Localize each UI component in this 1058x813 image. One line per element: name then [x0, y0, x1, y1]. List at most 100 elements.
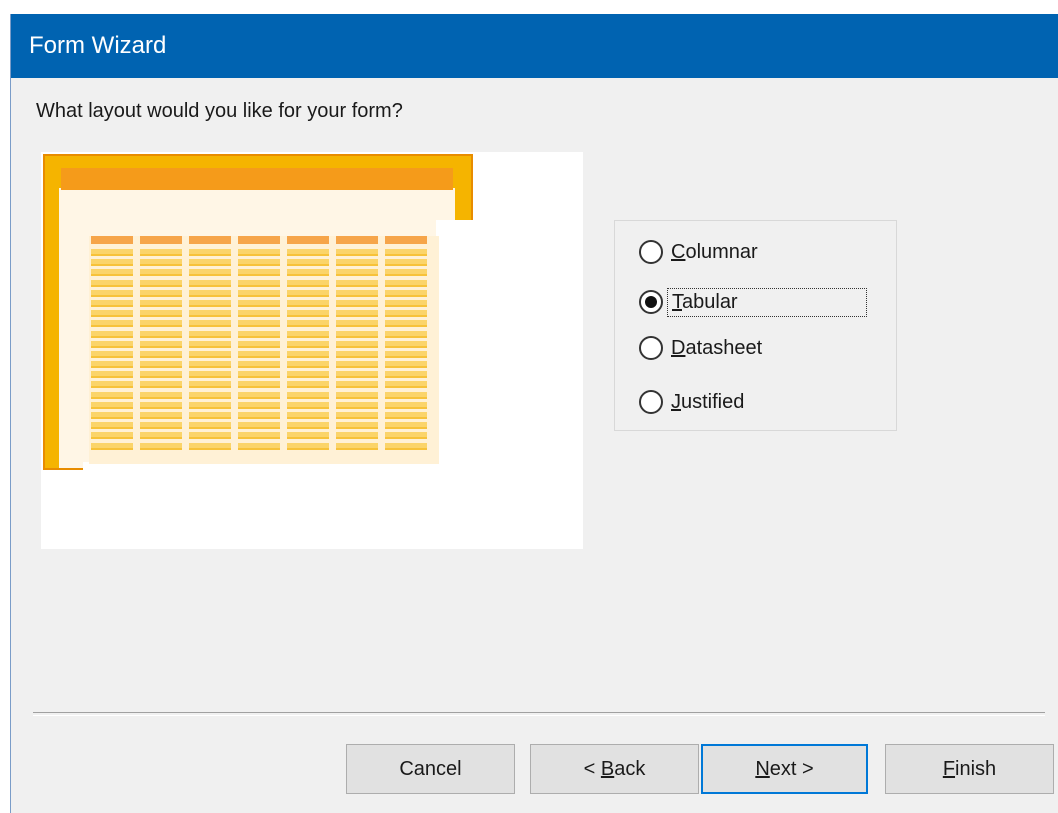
preview-cell — [140, 320, 182, 328]
preview-cell — [189, 330, 231, 338]
label-rest: ustified — [681, 390, 745, 413]
preview-cell — [336, 330, 378, 338]
radio-circle[interactable] — [639, 336, 663, 360]
preview-cell — [287, 279, 329, 287]
preview-cell — [91, 442, 133, 450]
preview-cell — [91, 259, 133, 267]
preview-cell — [189, 340, 231, 348]
preview-cell — [238, 391, 280, 399]
preview-cell — [385, 269, 427, 277]
next-button[interactable]: Next > — [701, 744, 868, 794]
preview-cell — [287, 422, 329, 430]
preview-column-header — [385, 236, 427, 244]
preview-cell — [336, 350, 378, 358]
access-key: T — [672, 290, 682, 313]
access-key: D — [671, 336, 686, 359]
preview-cell — [140, 412, 182, 419]
preview-cell — [140, 422, 182, 430]
preview-cell — [140, 330, 182, 338]
cancel-button[interactable]: Cancel — [346, 744, 515, 794]
preview-cell — [238, 310, 280, 318]
preview-cell — [189, 442, 231, 450]
preview-column-header — [91, 236, 133, 244]
preview-cell — [336, 401, 378, 409]
preview-cell — [385, 412, 427, 419]
preview-cell — [140, 381, 182, 389]
preview-cell — [238, 412, 280, 419]
preview-cell — [189, 381, 231, 389]
preview-overlap — [436, 220, 476, 466]
preview-cell — [140, 279, 182, 287]
layout-prompt: What layout would you like for your form… — [36, 100, 403, 122]
preview-column-header — [189, 236, 231, 244]
layout-preview — [41, 152, 583, 549]
preview-cell — [336, 259, 378, 267]
preview-cell — [91, 371, 133, 379]
preview-cell — [189, 401, 231, 409]
preview-cell — [140, 391, 182, 399]
preview-cell — [91, 269, 133, 277]
radio-label-justified: Justified — [671, 391, 744, 414]
preview-cell — [385, 249, 427, 256]
preview-cell — [336, 320, 378, 328]
preview-cell — [385, 442, 427, 450]
preview-cell — [189, 310, 231, 318]
back-button[interactable]: < Back — [530, 744, 699, 794]
preview-cell — [238, 269, 280, 277]
preview-tabular-grid — [89, 236, 439, 464]
preview-cell — [238, 371, 280, 379]
preview-cell — [189, 249, 231, 256]
preview-cell — [140, 269, 182, 277]
preview-cell — [336, 340, 378, 348]
preview-cell — [336, 391, 378, 399]
preview-cell — [140, 289, 182, 297]
preview-cell — [140, 259, 182, 267]
preview-cell — [238, 442, 280, 450]
preview-cell — [238, 320, 280, 328]
title-bar[interactable]: Form Wizard — [11, 14, 1058, 78]
preview-cell — [238, 299, 280, 307]
radio-circle[interactable] — [639, 390, 663, 414]
finish-button[interactable]: Finish — [885, 744, 1054, 794]
radio-justified[interactable]: Justified — [639, 387, 744, 417]
finish-rest: inish — [955, 757, 997, 780]
radio-tabular[interactable]: Tabular — [639, 287, 867, 317]
preview-cell — [336, 361, 378, 369]
preview-cell — [91, 310, 133, 318]
preview-cell — [238, 330, 280, 338]
radio-columnar[interactable]: Columnar — [639, 237, 758, 267]
preview-cell — [189, 269, 231, 277]
preview-cell — [287, 259, 329, 267]
preview-cell — [287, 350, 329, 358]
preview-cell — [91, 330, 133, 338]
preview-column-header — [140, 236, 182, 244]
button-separator — [33, 712, 1045, 716]
preview-cell — [287, 299, 329, 307]
preview-cell — [91, 350, 133, 358]
preview-cell — [189, 279, 231, 287]
radio-circle-selected[interactable] — [639, 290, 663, 314]
next-rest: ext > — [769, 757, 814, 780]
preview-cell — [287, 269, 329, 277]
preview-cell — [385, 391, 427, 399]
radio-circle[interactable] — [639, 240, 663, 264]
preview-cell — [287, 391, 329, 399]
preview-cell — [336, 381, 378, 389]
back-rest: ack — [614, 757, 646, 780]
preview-cell — [287, 412, 329, 419]
preview-cell — [140, 310, 182, 318]
preview-cell — [91, 340, 133, 348]
preview-cell — [385, 432, 427, 440]
preview-cell — [189, 412, 231, 419]
preview-cell — [385, 299, 427, 307]
access-key: B — [600, 757, 615, 780]
preview-cell — [189, 299, 231, 307]
preview-cell — [385, 401, 427, 409]
preview-cell — [91, 320, 133, 328]
preview-cell — [238, 401, 280, 409]
preview-cell — [91, 361, 133, 369]
radio-datasheet[interactable]: Datasheet — [639, 333, 762, 363]
preview-cell — [91, 381, 133, 389]
preview-cell — [140, 299, 182, 307]
layout-options-group: Columnar Tabular Datasheet Justified — [614, 220, 897, 431]
